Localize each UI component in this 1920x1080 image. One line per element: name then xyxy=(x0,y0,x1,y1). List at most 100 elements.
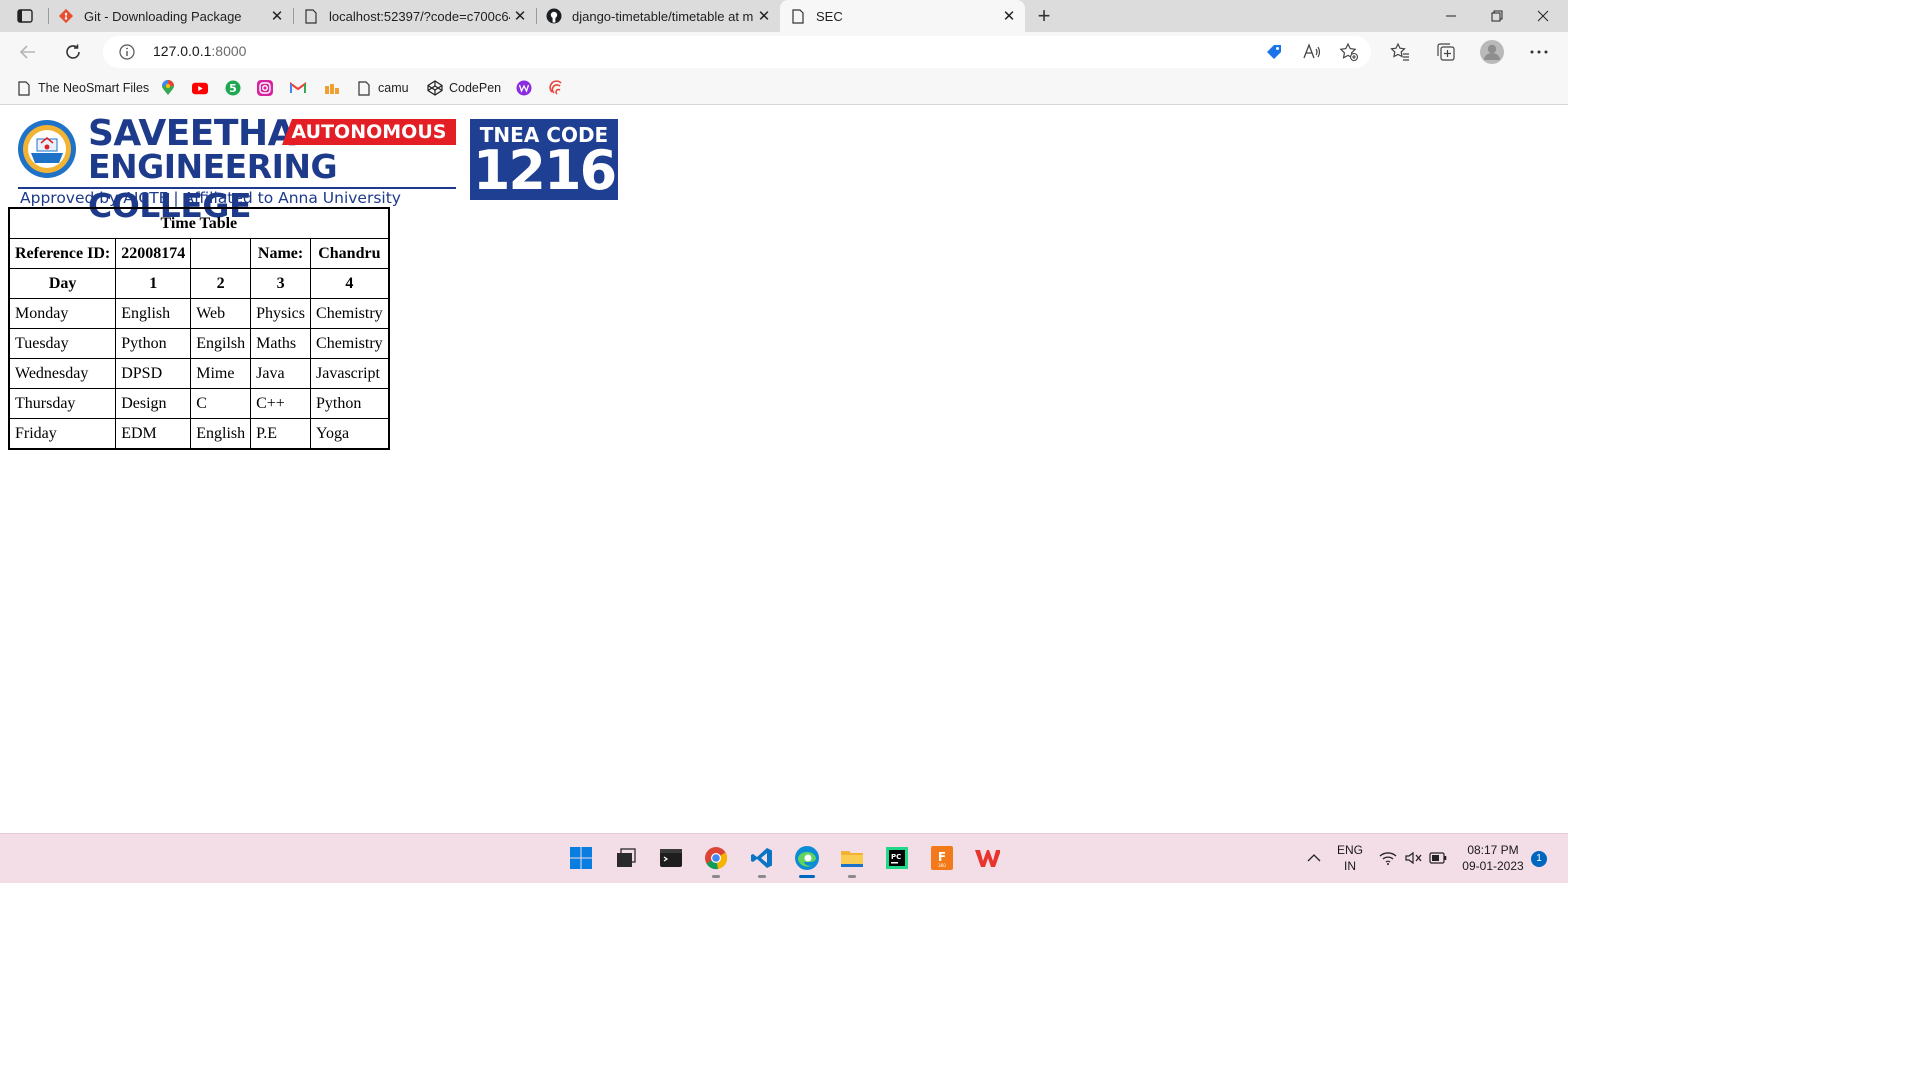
bookmark-maps[interactable] xyxy=(160,79,176,97)
add-favorite-icon[interactable] xyxy=(1337,40,1361,64)
window-close-icon[interactable] xyxy=(1520,0,1566,32)
bookmark-neosmart[interactable]: The NeoSmart Files xyxy=(16,79,149,97)
bookmark-purple-w[interactable] xyxy=(516,79,532,97)
active-indicator xyxy=(799,875,815,878)
url-host: 127.0.0.1 xyxy=(153,43,212,59)
more-options-icon[interactable] xyxy=(1527,40,1551,64)
bookmark-instagram[interactable] xyxy=(257,79,273,97)
clock-date[interactable]: 09-01-2023 xyxy=(1455,859,1531,873)
table-cell: Chemistry xyxy=(310,298,390,329)
table-cell: C xyxy=(190,388,252,419)
shopping-tag-icon[interactable] xyxy=(1262,40,1286,64)
page-content: SAVEETHA AUTONOMOUS ENGINEERING COLLEGE … xyxy=(0,105,1568,833)
table-info-row: Reference ID: 22008174 Name: Chandru xyxy=(8,238,390,269)
autonomous-badge: AUTONOMOUS xyxy=(282,119,456,145)
battery-icon[interactable] xyxy=(1426,846,1450,870)
tab-actions-icon[interactable] xyxy=(12,6,38,26)
table-cell: Mime xyxy=(190,358,252,389)
git-icon xyxy=(58,8,74,24)
svg-text:5: 5 xyxy=(229,82,237,95)
table-cell: Friday xyxy=(8,418,117,450)
bookmarks-bar: The NeoSmart Files 5 camu CodePen xyxy=(0,72,1568,105)
tab-git-download[interactable]: Git - Downloading Package ✕ xyxy=(48,0,293,32)
bookmark-gmail[interactable] xyxy=(290,79,306,97)
browser-toolbar: 127.0.0.1:8000 xyxy=(0,32,1568,72)
fusion360-icon[interactable]: F 360 xyxy=(928,844,956,872)
windows-start-icon[interactable] xyxy=(567,844,595,872)
new-tab-button[interactable]: + xyxy=(1032,4,1056,28)
name-label: Name: xyxy=(250,238,312,269)
blank-cell xyxy=(190,238,252,269)
table-row: Wednesday DPSD Mime Java Javascript xyxy=(8,358,390,389)
favorites-icon[interactable] xyxy=(1388,40,1412,64)
bookmark-green-s[interactable]: 5 xyxy=(225,79,241,97)
bookmark-codepen[interactable]: CodePen xyxy=(427,79,501,97)
bookmark-swirl[interactable] xyxy=(549,79,565,97)
table-cell: P.E xyxy=(250,418,312,450)
header-period-3: 3 xyxy=(250,268,312,299)
table-title-row: Time Table xyxy=(8,207,390,239)
terminal-icon[interactable] xyxy=(657,844,685,872)
wifi-icon[interactable] xyxy=(1376,846,1400,870)
vscode-icon[interactable] xyxy=(748,844,776,878)
restore-icon[interactable] xyxy=(1474,0,1520,32)
tab-github[interactable]: django-timetable/timetable at m ✕ xyxy=(536,0,780,32)
college-seal-icon xyxy=(17,119,77,179)
table-cell: Javascript xyxy=(310,358,390,389)
close-icon[interactable]: ✕ xyxy=(510,6,530,26)
reference-id-value: 22008174 xyxy=(115,238,192,269)
url-port: :8000 xyxy=(211,43,247,59)
avatar[interactable] xyxy=(1480,40,1504,64)
tab-title: Git - Downloading Package xyxy=(84,8,242,24)
chrome-icon[interactable] xyxy=(702,844,730,878)
wps-office-icon[interactable] xyxy=(973,844,1001,872)
tab-localhost[interactable]: localhost:52397/?code=c700c64 ✕ xyxy=(293,0,536,32)
close-icon[interactable]: ✕ xyxy=(999,6,1019,26)
svg-text:F: F xyxy=(938,850,946,864)
edge-icon[interactable] xyxy=(793,844,821,878)
bookmark-m-brand[interactable] xyxy=(324,79,340,97)
language-top[interactable]: ENG xyxy=(1334,843,1366,857)
tab-sec[interactable]: SEC ✕ xyxy=(780,0,1025,32)
clock-time[interactable]: 08:17 PM xyxy=(1455,843,1531,857)
language-bottom[interactable]: IN xyxy=(1334,859,1366,873)
chevron-up-icon[interactable] xyxy=(1302,846,1326,870)
table-cell: Yoga xyxy=(310,418,390,450)
volume-muted-icon[interactable] xyxy=(1402,846,1426,870)
table-cell: Java xyxy=(250,358,312,389)
info-icon[interactable] xyxy=(119,44,135,60)
table-cell: Thursday xyxy=(8,388,117,419)
address-bar[interactable]: 127.0.0.1:8000 xyxy=(103,36,1371,68)
tab-title: localhost:52397/?code=c700c64 xyxy=(329,8,510,24)
table-cell: C++ xyxy=(250,388,312,419)
read-aloud-icon[interactable] xyxy=(1300,40,1324,64)
instagram-icon xyxy=(257,80,273,96)
table-cell: Engilsh xyxy=(190,328,252,359)
running-indicator xyxy=(712,875,720,878)
gmail-icon xyxy=(290,80,306,96)
notification-badge[interactable]: 1 xyxy=(1531,851,1547,867)
minimize-icon[interactable] xyxy=(1428,0,1474,32)
table-cell: Python xyxy=(310,388,390,419)
svg-text:360: 360 xyxy=(938,863,946,868)
collections-icon[interactable] xyxy=(1434,40,1458,64)
task-view-icon[interactable] xyxy=(612,844,640,872)
running-indicator xyxy=(848,875,856,878)
bookmark-camu[interactable]: camu xyxy=(356,79,409,97)
youtube-icon xyxy=(192,80,208,96)
reference-id-label: Reference ID: xyxy=(8,238,117,269)
url-text[interactable]: 127.0.0.1:8000 xyxy=(153,43,246,59)
refresh-icon[interactable] xyxy=(59,38,87,66)
back-icon[interactable] xyxy=(14,38,42,66)
table-cell: EDM xyxy=(115,418,192,450)
running-indicator xyxy=(758,875,766,878)
bookmark-youtube[interactable] xyxy=(192,79,208,97)
maps-icon xyxy=(160,80,176,96)
folder-icon[interactable] xyxy=(838,844,866,878)
close-icon[interactable]: ✕ xyxy=(754,6,774,26)
page-icon xyxy=(790,8,806,24)
table-header-row: Day 1 2 3 4 xyxy=(8,268,390,299)
close-icon[interactable]: ✕ xyxy=(267,6,287,26)
table-row: Monday English Web Physics Chemistry xyxy=(8,298,390,329)
pycharm-icon[interactable]: PC xyxy=(883,844,911,872)
